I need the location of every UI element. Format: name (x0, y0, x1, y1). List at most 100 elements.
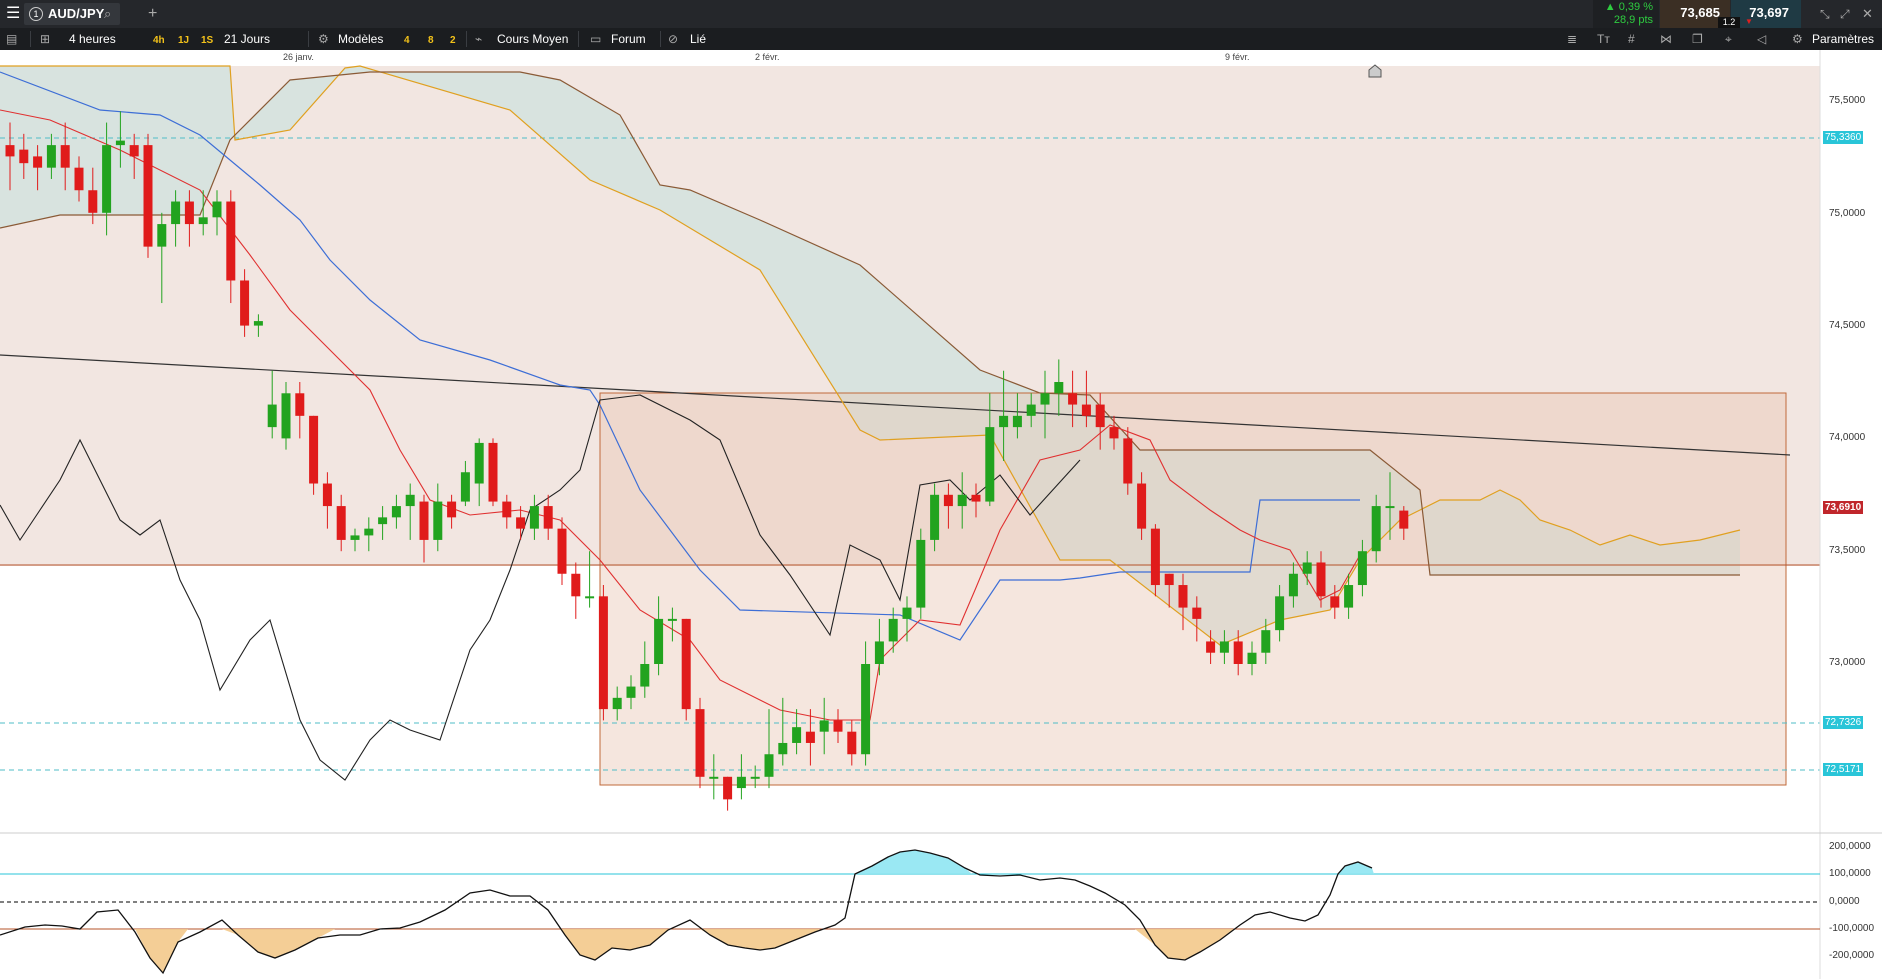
instrument-badge: 1 (29, 7, 43, 21)
forum-button[interactable]: Forum (611, 28, 646, 50)
candle-up (1288, 573, 1298, 597)
candle-down (1206, 641, 1216, 653)
candle-up (1275, 596, 1285, 631)
instrument-name: AUD/JPY (48, 6, 105, 21)
y-tick-label: 73,0000 (1829, 657, 1866, 668)
candle-down (1081, 404, 1091, 416)
maximize-icon[interactable]: ⤢ (1840, 3, 1850, 25)
level-tag: 75,3360 (1823, 131, 1864, 144)
hamburger-icon[interactable]: ☰ (6, 3, 20, 25)
linked-button[interactable]: Lié (690, 28, 706, 50)
candle-up (350, 535, 360, 540)
avg-price-button[interactable]: Cours Moyen (497, 28, 568, 50)
cci-tick-label: -100,0000 (1829, 923, 1875, 934)
candle-up (888, 618, 898, 642)
price-chart[interactable] (0, 50, 1882, 979)
candle-up (874, 641, 884, 664)
forum-icon: ▭ (590, 32, 602, 46)
close-icon[interactable]: ✕ (1862, 3, 1873, 25)
candle-up (612, 697, 622, 710)
candle-down (1399, 510, 1409, 529)
candle-up (667, 618, 677, 621)
candle-up (1357, 551, 1367, 586)
candle-up (736, 776, 746, 789)
candle-up (1247, 652, 1257, 664)
candle-down (847, 731, 857, 755)
top-bar: ☰ 1 AUD/JPY ⌕ + ▲ 0,39 % 28,9 pts 73,685… (0, 0, 1882, 28)
chart-toolbar: ▤ ⊞ 4 heures 4h 1J 1S 21 Jours ⚙ Modèles… (0, 28, 1882, 50)
quick-range-1j[interactable]: 1J (178, 28, 189, 50)
candle-up (764, 754, 774, 777)
list-icon[interactable]: ▤ (6, 28, 17, 50)
candle-up (585, 596, 595, 599)
cci-tick-label: 100,0000 (1829, 868, 1871, 879)
candle-up (1012, 415, 1022, 428)
candle-down (695, 709, 705, 777)
cci-tick-label: -200,0000 (1829, 950, 1875, 961)
candle-up (474, 442, 484, 484)
candle-down (129, 145, 139, 157)
candle-up (819, 720, 829, 732)
candle-down (184, 201, 194, 225)
candle-up (433, 501, 443, 540)
current-price-tag: 73,6910 (1823, 501, 1864, 514)
candle-down (336, 506, 346, 540)
add-tab-icon[interactable]: + (148, 3, 157, 25)
candle-up (902, 607, 912, 619)
x-date-label: 2 févr. (755, 52, 780, 62)
tag-icon[interactable]: ◁ (1757, 28, 1766, 50)
grid-icon[interactable]: # (1628, 28, 1635, 50)
search-icon[interactable]: ⌕ (104, 3, 111, 25)
candle-down (833, 720, 843, 732)
y-tick-label: 73,5000 (1829, 545, 1866, 556)
settings-button[interactable]: Paramètres (1812, 28, 1874, 50)
candle-down (1192, 607, 1202, 619)
count-2[interactable]: 2 (450, 28, 456, 50)
range-selector[interactable]: 21 Jours (224, 28, 270, 50)
level-tag: 72,5171 (1823, 763, 1864, 776)
layout-icon[interactable]: ⊞ (40, 28, 50, 50)
quick-range-1s[interactable]: 1S (201, 28, 213, 50)
text-size-icon[interactable]: Tт (1597, 28, 1610, 50)
candle-up (916, 539, 926, 608)
candle-down (19, 149, 29, 164)
notes-icon[interactable]: ≣ (1567, 28, 1577, 50)
candle-down (805, 731, 815, 743)
ask-box[interactable]: 73,697 (1731, 0, 1801, 28)
candle-up (529, 506, 539, 529)
templates-icon: ⚙ (318, 32, 329, 46)
candle-down (943, 494, 953, 507)
candle-down (1137, 483, 1147, 529)
bid-price: 73,685 (1680, 5, 1720, 20)
candle-down (488, 442, 498, 502)
y-tick-label: 75,0000 (1829, 208, 1866, 219)
level-tag: 72,7326 (1823, 716, 1864, 729)
candle-down (1123, 438, 1133, 484)
crosshair-icon[interactable]: ⌖ (1725, 28, 1732, 50)
x-date-label: 26 janv. (283, 52, 314, 62)
y-tick-label: 74,5000 (1829, 320, 1866, 331)
instrument-tab[interactable]: 1 AUD/JPY ⌕ (24, 3, 120, 25)
candle-down (240, 280, 250, 326)
candle-up (1026, 404, 1036, 416)
candle-down (723, 776, 733, 800)
candle-down (88, 190, 98, 213)
candle-up (115, 140, 125, 146)
candle-down (543, 506, 553, 529)
collapse-icon[interactable]: ⤡ (1820, 3, 1830, 25)
count-4[interactable]: 4 (404, 28, 410, 50)
copy-icon[interactable]: ❐ (1692, 28, 1703, 50)
candle-down (598, 596, 608, 710)
candle-up (1261, 630, 1271, 653)
candle-up (778, 742, 788, 755)
quick-range-4h[interactable]: 4h (153, 28, 165, 50)
candle-up (1344, 585, 1354, 608)
candle-down (1178, 585, 1188, 608)
period-selector[interactable]: 4 heures (69, 28, 116, 50)
candle-up (1040, 393, 1050, 405)
link-icon: ⊘ (668, 32, 679, 46)
templates-button[interactable]: Modèles (338, 28, 383, 50)
drawing-tools-icon[interactable]: ⋈ (1660, 28, 1672, 50)
count-8[interactable]: 8 (428, 28, 434, 50)
candle-up (378, 517, 388, 525)
